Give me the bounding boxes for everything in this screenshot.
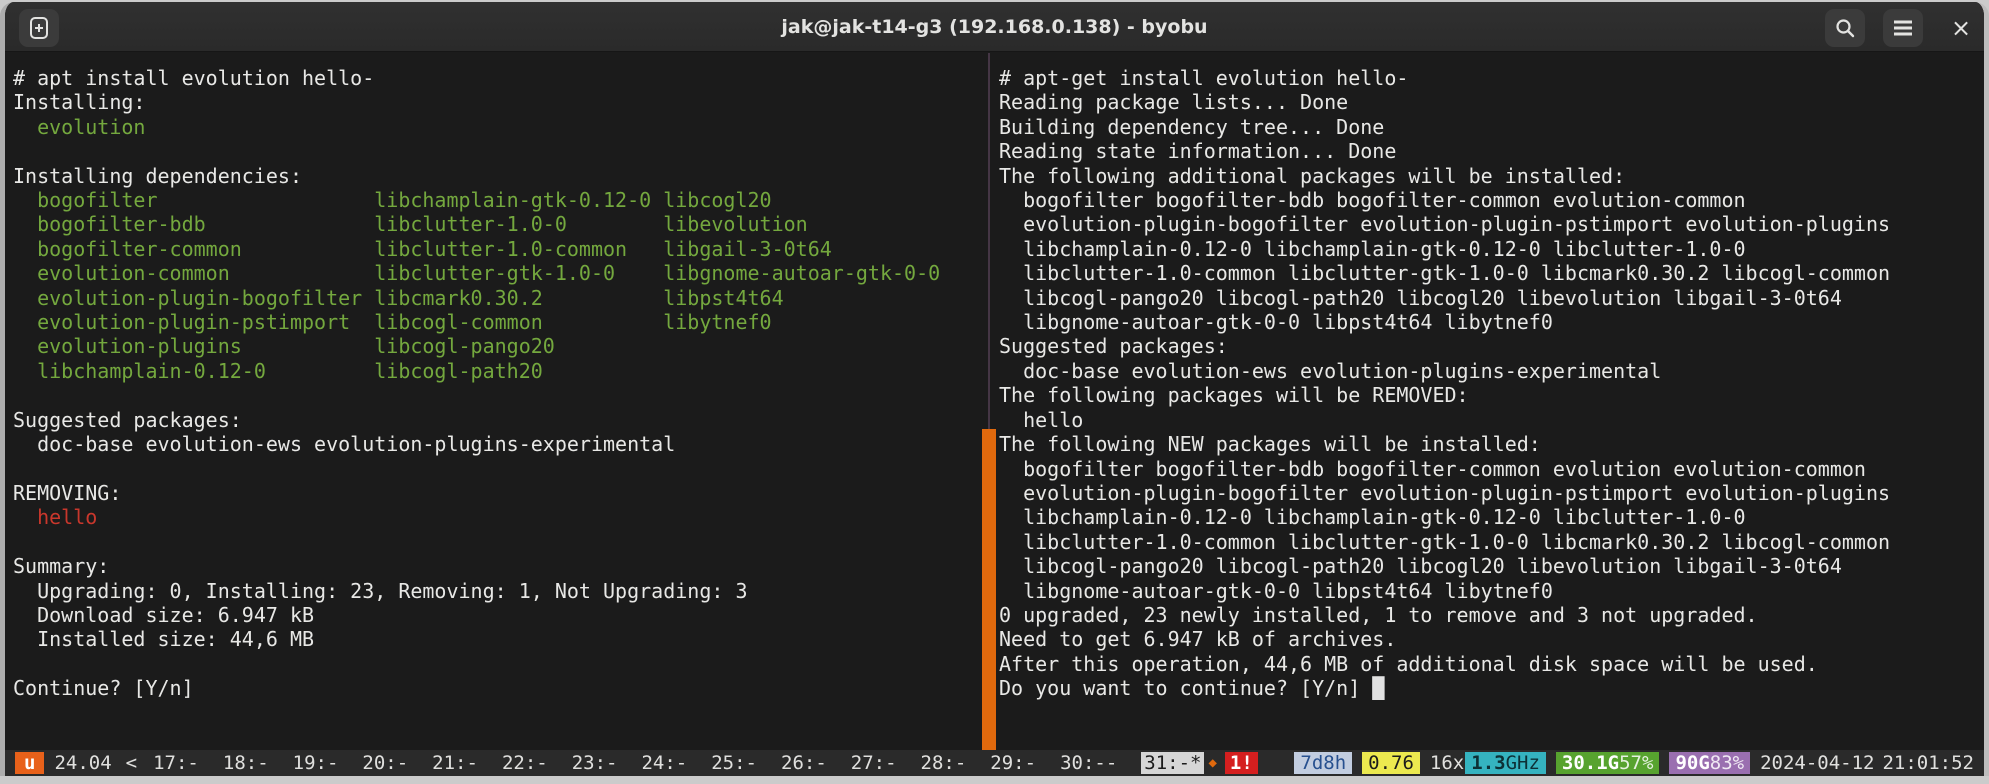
terminal-line: evolution xyxy=(37,114,146,139)
terminal-line: libgnome-autoar-gtk-0-0 libpst4t64 libyt… xyxy=(999,578,1553,603)
window-list-overflow-arrow: < xyxy=(125,752,138,774)
terminal-line: doc-base evolution-ews evolution-plugins… xyxy=(999,358,1662,383)
terminal-line: Need to get 6.947 kB of archives. xyxy=(999,627,1397,652)
window-entry[interactable]: 26:- xyxy=(781,752,827,774)
terminal-line: libchamplain-0.12-0 libchamplain-gtk-0.1… xyxy=(999,236,1746,261)
right-pane-apt-get-install[interactable]: # apt-get install evolution hello- Readin… xyxy=(999,53,1982,750)
terminal-line: libclutter-1.0-common libclutter-gtk-1.0… xyxy=(999,529,1891,554)
release-version: 24.04 xyxy=(54,752,112,774)
window-title: jak@jak-t14-g3 (192.168.0.138) - byobu xyxy=(781,16,1208,38)
window-entry[interactable]: 28:- xyxy=(921,752,967,774)
terminal-line: Summary: xyxy=(13,554,110,579)
terminal-line: Installing: xyxy=(13,90,146,115)
terminal-line: bogofilter bogofilter-bdb bogofilter-com… xyxy=(999,188,1746,213)
terminal-line: Installed size: 44,6 MB xyxy=(13,627,315,652)
byobu-status-bar: u 24.04 < 17:- 18:- 19:- 20:- 21:- 22:- 23:- 24… xyxy=(5,750,1984,776)
window-entry[interactable]: 18:- xyxy=(223,752,269,774)
hamburger-menu-icon xyxy=(1892,19,1914,37)
terminal-line: After this operation, 44,6 MB of additio… xyxy=(999,651,1818,676)
window-entry[interactable]: 27:- xyxy=(851,752,897,774)
terminal-line: doc-base evolution-ews evolution-plugins… xyxy=(13,432,676,457)
titlebar[interactable]: jak@jak-t14-g3 (192.168.0.138) - byobu × xyxy=(5,2,1984,52)
terminal-line: # apt-get install evolution hello- xyxy=(999,66,1409,90)
window-entry[interactable]: 17:- xyxy=(153,752,199,774)
window-entry[interactable]: 23:- xyxy=(572,752,618,774)
window-entry[interactable]: 30:-- xyxy=(1060,752,1117,774)
uptime-badge: 7d8h xyxy=(1294,752,1353,774)
terminal-line: Suggested packages: xyxy=(13,407,242,432)
terminal-line: libgnome-autoar-gtk-0-0 libpst4t64 libyt… xyxy=(999,310,1553,335)
close-button[interactable]: × xyxy=(1941,9,1981,47)
terminal-line: Upgrading: 0, Installing: 23, Removing: … xyxy=(13,578,748,603)
window-entry[interactable]: 19:- xyxy=(293,752,339,774)
terminal-window: jak@jak-t14-g3 (192.168.0.138) - byobu ×… xyxy=(0,2,1989,776)
cpu-frequency-badge: 1.3GHz xyxy=(1465,752,1546,774)
terminal-line: bogofilter-bdb libclutter-1.0-0 libevolu… xyxy=(13,212,808,237)
terminal-line: bogofilter-common libclutter-1.0-common … xyxy=(13,236,832,261)
terminal-line: evolution-plugins libcogl-pango20 xyxy=(13,334,555,359)
window-list: 17:- 18:- 19:- 20:- 21:- 22:- 23:- 24:- 25:- 26:-… xyxy=(153,752,1141,774)
terminal-line: libcogl-pango20 libcogl-path20 libcogl20… xyxy=(999,285,1842,310)
terminal-line: Reading state information... Done xyxy=(999,139,1397,164)
menu-button[interactable] xyxy=(1883,9,1923,47)
new-tab-icon xyxy=(28,16,50,40)
terminal-line: bogofilter bogofilter-bdb bogofilter-com… xyxy=(999,456,1866,481)
terminal-line: hello xyxy=(37,505,98,530)
current-window-entry[interactable]: 31:-* xyxy=(1141,752,1205,774)
ubuntu-logo-badge: u xyxy=(15,752,45,774)
activity-flag-icon: ◆ xyxy=(1208,755,1217,771)
terminal-line: Continue? [Y/n] xyxy=(13,676,194,701)
terminal-line: Installing dependencies: xyxy=(13,163,302,188)
time-display: 21:01:52 xyxy=(1882,752,1974,774)
system-indicators: 7d8h 0.76 16x 1.3GHz 30.1G57% 90G83% 202… xyxy=(1294,752,1974,774)
memory-usage-badge: 30.1G57% xyxy=(1555,752,1660,774)
terminal-line: evolution-plugin-pstimport libcogl-commo… xyxy=(13,310,772,335)
load-average-badge: 0.76 xyxy=(1362,752,1420,774)
terminal-line: evolution-plugin-bogofilter evolution-pl… xyxy=(999,212,1891,237)
disk-usage-badge: 90G83% xyxy=(1669,752,1751,774)
search-icon xyxy=(1834,17,1856,39)
new-tab-button[interactable] xyxy=(19,9,59,47)
terminal-line: Download size: 6.947 kB xyxy=(13,602,315,627)
cpu-count: 16x xyxy=(1429,752,1465,774)
terminal-line: Suggested packages: xyxy=(999,334,1228,359)
left-pane-apt-install[interactable]: # apt install evolution hello- Installing… xyxy=(13,53,979,750)
terminal-line: libclutter-1.0-common libclutter-gtk-1.0… xyxy=(999,261,1891,286)
terminal-line: bogofilter libchamplain-gtk-0.12-0 libco… xyxy=(13,188,772,213)
window-entry[interactable]: 25:- xyxy=(711,752,757,774)
terminal-line: evolution-plugin-bogofilter evolution-pl… xyxy=(999,480,1891,505)
terminal-line: Do you want to continue? [Y/n] █ xyxy=(999,676,1385,701)
window-entry[interactable]: 20:- xyxy=(362,752,408,774)
close-icon: × xyxy=(1950,14,1972,42)
window-entry[interactable]: 22:- xyxy=(502,752,548,774)
terminal-line: hello xyxy=(999,407,1084,432)
window-entry[interactable]: 24:- xyxy=(641,752,687,774)
terminal-area: # apt install evolution hello- Installing… xyxy=(5,53,1984,750)
terminal-line: # apt install evolution hello- xyxy=(13,66,375,90)
window-entry[interactable]: 21:- xyxy=(432,752,478,774)
terminal-line: The following NEW packages will be insta… xyxy=(999,432,1541,457)
window-entry[interactable]: 29:- xyxy=(990,752,1036,774)
terminal-line: 0 upgraded, 23 newly installed, 1 to rem… xyxy=(999,602,1758,627)
terminal-line: libcogl-pango20 libcogl-path20 libcogl20… xyxy=(999,554,1842,579)
terminal-line: libchamplain-0.12-0 libchamplain-gtk-0.1… xyxy=(999,505,1746,530)
terminal-line: Building dependency tree... Done xyxy=(999,114,1385,139)
terminal-line: libchamplain-0.12-0 libcogl-path20 xyxy=(13,358,543,383)
date-display: 2024-04-12 xyxy=(1760,752,1875,774)
search-button[interactable] xyxy=(1825,9,1865,47)
terminal-line: The following packages will be REMOVED: xyxy=(999,383,1469,408)
terminal-line: Reading package lists... Done xyxy=(999,90,1349,115)
terminal-line: evolution-plugin-bogofilter libcmark0.30… xyxy=(13,285,784,310)
terminal-line: The following additional packages will b… xyxy=(999,163,1626,188)
active-pane-indicator xyxy=(982,429,996,750)
terminal-line: REMOVING: xyxy=(13,480,122,505)
text-cursor: █ xyxy=(1372,676,1385,701)
terminal-line: evolution-common libclutter-gtk-1.0-0 li… xyxy=(13,261,941,286)
alert-count-badge: 1! xyxy=(1224,752,1258,774)
